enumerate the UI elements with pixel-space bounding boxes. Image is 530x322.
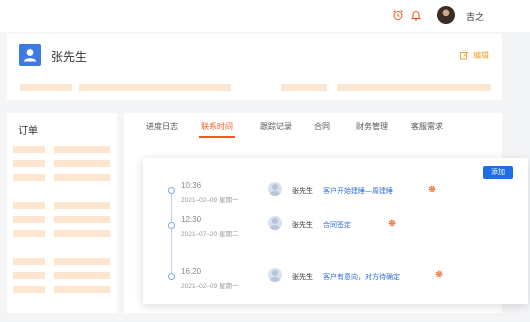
bell-icon[interactable]: [410, 9, 422, 21]
skeleton-bar: [79, 84, 231, 91]
skeleton-bar: [54, 230, 110, 237]
customer-name: 张先生: [51, 50, 88, 64]
contact-avatar-icon: [268, 216, 282, 230]
tab-contact-time[interactable]: 联系时间: [201, 121, 233, 132]
orders-title: 订单: [18, 126, 38, 137]
entry-content[interactable]: 客户有意向，对方待确定: [323, 272, 400, 282]
entry-date: 2021–02–09 星期一: [181, 197, 239, 204]
edit-icon: [460, 51, 469, 60]
entry-date: 2021–02–09 星期一: [181, 283, 239, 290]
skeleton-bar: [54, 202, 110, 209]
timeline-dot: [168, 187, 175, 194]
entry-person: 张先生: [292, 222, 313, 229]
timeline-dot: [168, 273, 175, 280]
contact-avatar-icon: [268, 182, 282, 196]
username[interactable]: 吉之: [466, 10, 484, 23]
skeleton-bar: [13, 286, 45, 293]
tab-finance[interactable]: 财务管理: [356, 121, 388, 132]
gear-icon[interactable]: [435, 270, 443, 278]
skeleton-bar: [13, 216, 45, 223]
skeleton-bar: [281, 84, 327, 91]
entry-time: 16:20: [181, 267, 202, 276]
skeleton-bar: [13, 146, 45, 153]
entry-content[interactable]: 客户开始建睡—周建睡: [323, 186, 393, 196]
timeline-dot: [168, 222, 175, 229]
skeleton-bar: [54, 160, 110, 167]
orders-card: 订单: [7, 113, 117, 313]
skeleton-bar: [13, 160, 45, 167]
entry-person: 张先生: [292, 188, 313, 195]
tab-contract[interactable]: 合同: [314, 121, 330, 132]
skeleton-bar: [13, 174, 45, 181]
tab-progress-log[interactable]: 进度日志: [146, 121, 178, 132]
entry-person: 张先生: [292, 274, 313, 281]
skeleton-bar: [13, 272, 45, 279]
skeleton-bar: [20, 84, 72, 91]
skeleton-bar: [54, 146, 110, 153]
user-avatar[interactable]: [437, 6, 455, 24]
gear-icon[interactable]: [428, 185, 436, 193]
skeleton-bar: [13, 258, 45, 265]
skeleton-bar: [54, 286, 110, 293]
add-button[interactable]: 添加: [483, 166, 513, 179]
skeleton-bar: [54, 216, 110, 223]
user-icon: [19, 44, 41, 66]
skeleton-bar: [54, 258, 110, 265]
contact-timeline-panel: 添加 10:36 2021–02–09 星期一 张先生 客户开始建睡—周建睡 1…: [143, 158, 528, 304]
contact-avatar-icon: [268, 268, 282, 282]
skeleton-bar: [13, 202, 45, 209]
profile-card: 张先生 编辑: [7, 34, 502, 100]
entry-date: 2021–07–20 星期二: [181, 231, 239, 238]
entry-time: 12:30: [181, 215, 202, 224]
tab-follow-up[interactable]: 跟踪记录: [260, 121, 292, 132]
skeleton-bar: [13, 230, 45, 237]
alarm-clock-icon[interactable]: [392, 9, 404, 21]
skeleton-bar: [54, 174, 110, 181]
top-bar: 吉之: [0, 0, 530, 32]
active-tab-indicator: [199, 136, 235, 138]
edit-button[interactable]: 编辑: [460, 50, 489, 61]
skeleton-bar: [54, 272, 110, 279]
edit-label: 编辑: [473, 51, 489, 60]
skeleton-bar: [337, 84, 491, 91]
tab-customer-requests[interactable]: 客服需求: [411, 121, 443, 132]
entry-content[interactable]: 合同签定: [323, 220, 351, 230]
timeline-line: [171, 190, 172, 276]
entry-time: 10:36: [181, 181, 202, 190]
gear-icon[interactable]: [388, 219, 396, 227]
